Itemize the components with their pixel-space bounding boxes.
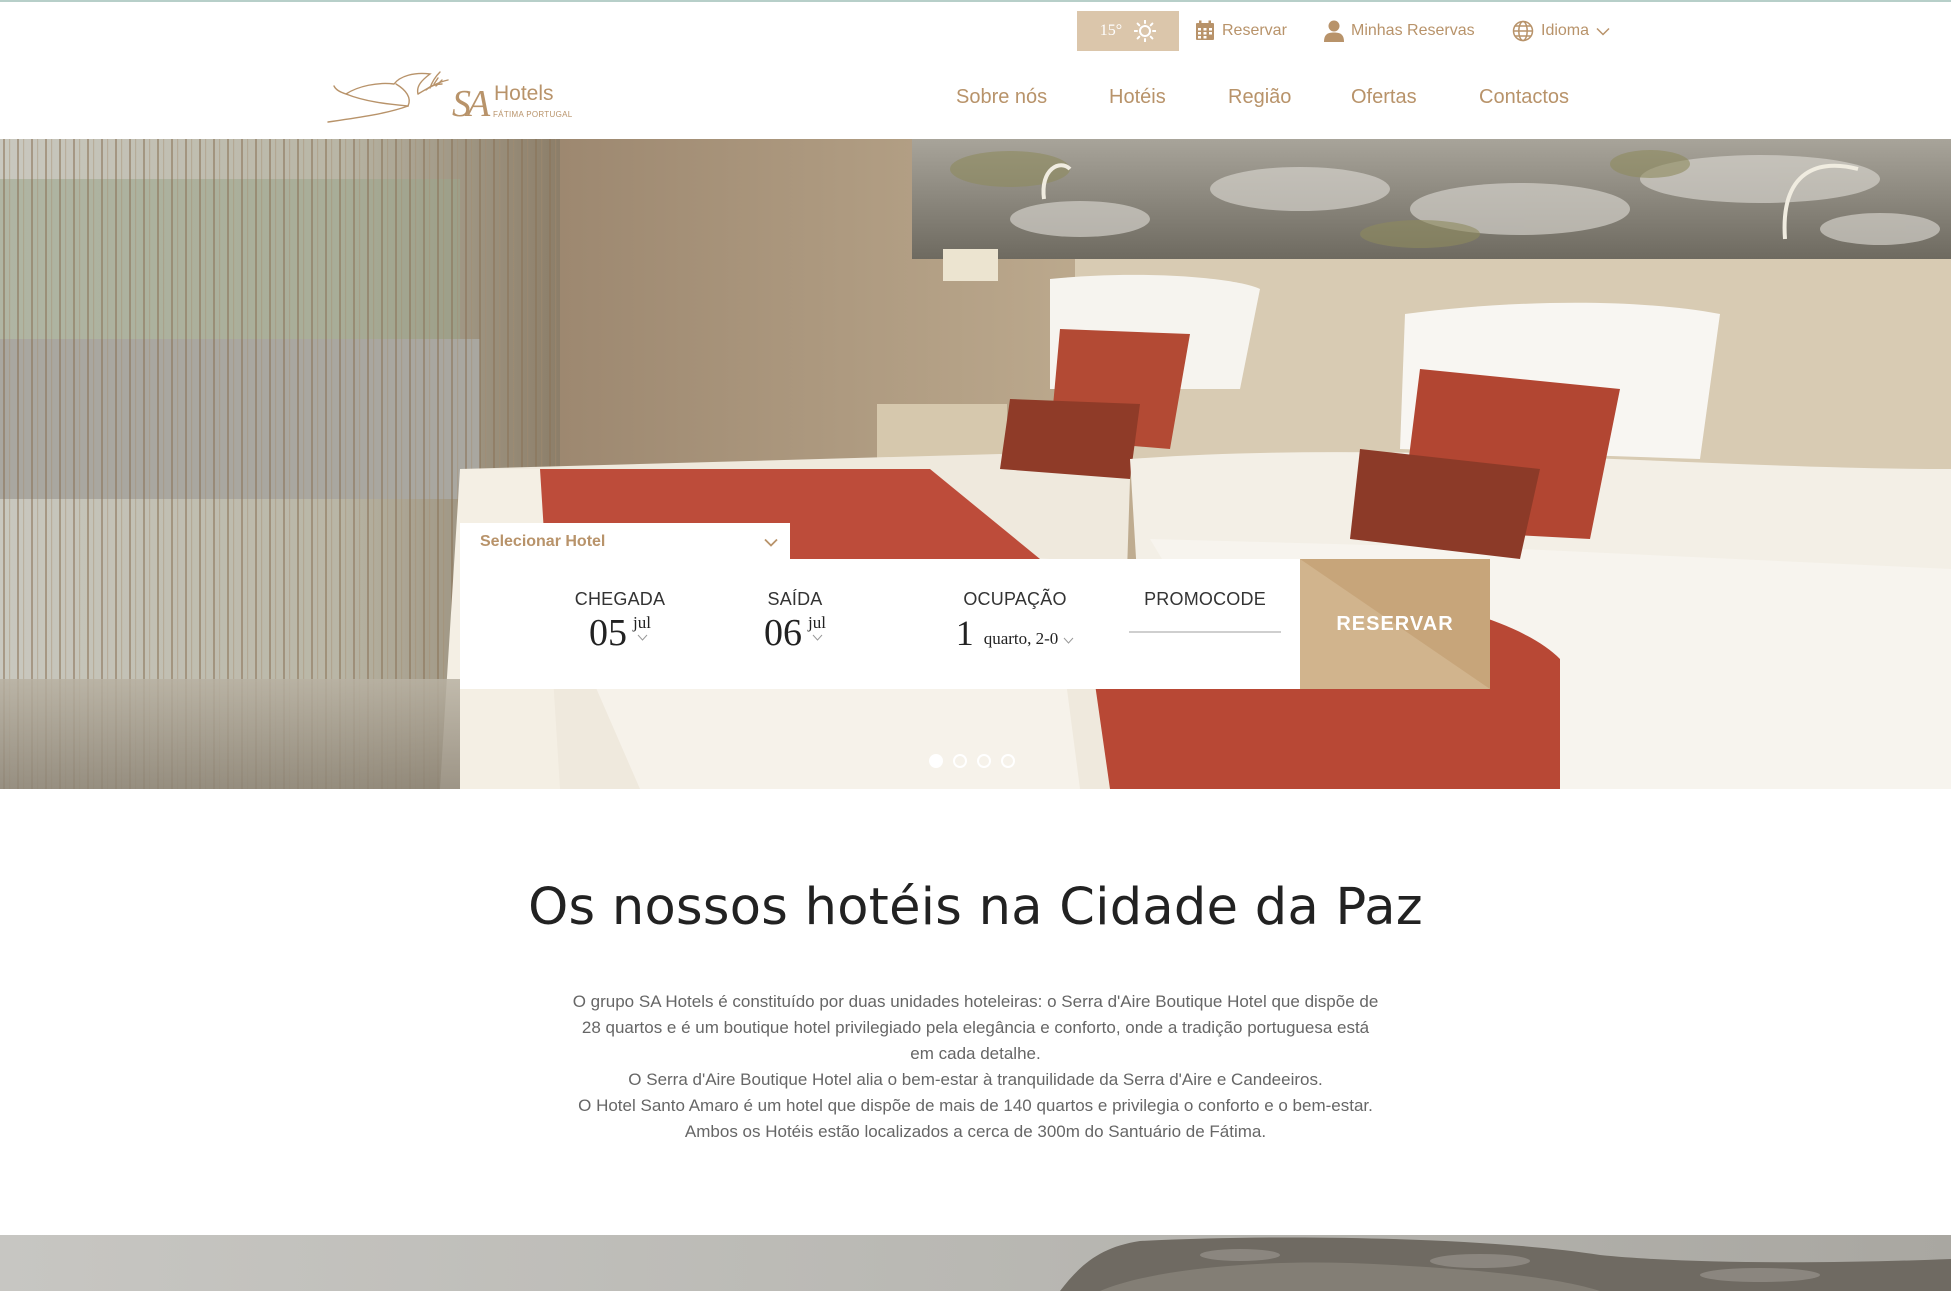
idioma-label: Idioma <box>1541 22 1590 39</box>
dove-logo-icon: SA <box>327 71 495 125</box>
checkin-value: 05 jul <box>555 614 685 652</box>
weather-widget: 15° <box>1077 11 1179 51</box>
sun-icon <box>1134 20 1157 42</box>
page-title: Os nossos hotéis na Cidade da Paz <box>528 878 1423 937</box>
utility-bar: 15° Reservar Minhas Reservas Idioma <box>1077 11 1610 51</box>
hotel-select[interactable]: Selecionar Hotel <box>460 523 790 561</box>
reservar-button-label: RESERVAR <box>1336 612 1454 635</box>
nav-ofertas[interactable]: Ofertas <box>1351 86 1417 109</box>
carousel-dot-2[interactable] <box>953 754 967 768</box>
paragraph-line: 28 quartos e é um boutique hotel privile… <box>581 1018 1370 1037</box>
checkout-label: SAÍDA <box>767 589 823 609</box>
promocode-input[interactable] <box>1129 631 1281 633</box>
checkin-label: CHEGADA <box>574 589 666 609</box>
calendar-icon <box>1196 20 1214 40</box>
landscape-image <box>0 1235 1951 1291</box>
occupancy-select[interactable]: OCUPAÇÃO 1 quarto, 2-0 <box>920 589 1110 652</box>
idioma-dropdown[interactable]: Idioma <box>1512 20 1610 42</box>
occupancy-detail: quarto, 2-0 <box>983 629 1059 648</box>
reservar-label: Reservar <box>1222 21 1287 39</box>
chevron-down-icon <box>1063 637 1074 644</box>
checkout-value: 06 jul <box>740 614 850 652</box>
carousel-dot-1[interactable] <box>929 754 943 768</box>
reservar-link[interactable]: Reservar <box>1195 20 1287 41</box>
nav-hoteis[interactable]: Hotéis <box>1109 86 1166 109</box>
paragraph-line: O Hotel Santo Amaro é um hotel que dispõ… <box>578 1096 1373 1115</box>
nav-contactos[interactable]: Contactos <box>1479 86 1569 109</box>
chevron-down-icon <box>812 634 823 641</box>
nav-regiao[interactable]: Região <box>1228 86 1291 109</box>
occupancy-value: 1 quarto, 2-0 <box>920 614 1110 652</box>
checkin-day: 05 <box>589 612 628 654</box>
checkin-month-label: jul <box>633 613 651 632</box>
paragraph-line: Ambos os Hotéis estão localizados a cerc… <box>684 1122 1267 1141</box>
checkout-day: 06 <box>764 612 803 654</box>
nav-sobre-nos[interactable]: Sobre nós <box>956 86 1047 109</box>
minhas-reservas-label: Minhas Reservas <box>1351 22 1475 39</box>
occupancy-label: OCUPAÇÃO <box>963 589 1067 609</box>
carousel-dot-4[interactable] <box>1001 754 1015 768</box>
logo[interactable]: SA Hotels FÁTIMA PORTUGAL <box>326 68 572 126</box>
paragraph-line: em cada detalhe. <box>910 1044 1041 1063</box>
booking-form: CHEGADA 05 jul SAÍDA 06 jul OCUPAÇÃO 1 q… <box>460 559 1300 689</box>
checkout-month: jul <box>808 613 826 641</box>
occupancy-count: 1 <box>955 613 974 653</box>
reservar-button[interactable]: RESERVAR <box>1300 559 1490 689</box>
promocode-label: PROMOCODE <box>1144 589 1266 609</box>
carousel-dot-3[interactable] <box>977 754 991 768</box>
temperature: 15° <box>1099 22 1123 39</box>
checkin-month: jul <box>633 613 651 641</box>
checkout-date[interactable]: SAÍDA 06 jul <box>740 589 850 652</box>
user-icon <box>1324 20 1344 42</box>
checkin-date[interactable]: CHEGADA 05 jul <box>555 589 685 652</box>
chevron-down-icon <box>764 538 778 547</box>
chevron-down-icon <box>1596 27 1610 36</box>
svg-text:SA: SA <box>452 83 491 125</box>
paragraph-line: O Serra d'Aire Boutique Hotel alia o bem… <box>628 1070 1323 1089</box>
checkout-month-label: jul <box>808 613 826 632</box>
logo-tagline: FÁTIMA PORTUGAL <box>493 110 573 119</box>
logo-name: Hotels <box>494 82 554 105</box>
globe-icon <box>1512 20 1534 42</box>
carousel-dots <box>929 754 1015 768</box>
hotel-select-label: Selecionar Hotel <box>480 533 606 550</box>
hero-slider-image <box>0 139 1951 789</box>
top-border <box>0 0 1951 2</box>
paragraph-line: O grupo SA Hotels é constituído por duas… <box>572 992 1379 1011</box>
chevron-down-icon <box>637 634 648 641</box>
minhas-reservas-link[interactable]: Minhas Reservas <box>1324 20 1475 42</box>
promocode-field: PROMOCODE <box>1129 589 1281 610</box>
intro-paragraph: O grupo SA Hotels é constituído por duas… <box>550 989 1401 1145</box>
